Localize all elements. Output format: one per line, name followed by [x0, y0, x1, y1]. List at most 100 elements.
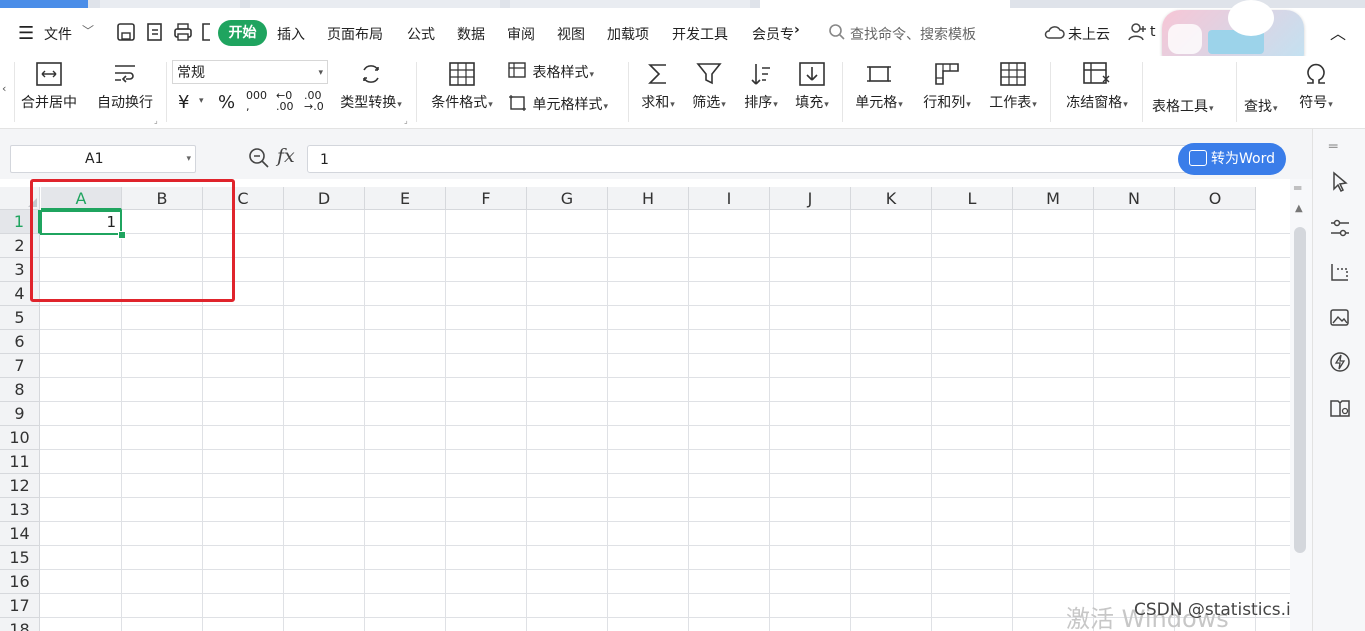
function-button[interactable]: fx: [277, 145, 295, 167]
freeze-panes-button[interactable]: 冻结窗格▾: [1058, 62, 1136, 112]
sort-button[interactable]: 排序▾: [738, 62, 784, 112]
cell-style-button[interactable]: 单元格样式▾: [508, 94, 608, 114]
hamburger-icon[interactable]: ☰: [18, 23, 34, 44]
column-header-f[interactable]: F: [446, 187, 527, 210]
column-header-h[interactable]: H: [608, 187, 689, 210]
tab-formulas[interactable]: 公式: [407, 24, 435, 44]
scroll-up-icon[interactable]: ▲: [1295, 203, 1303, 214]
lightning-icon[interactable]: [1329, 351, 1351, 373]
split-handle-icon[interactable]: ═: [1294, 181, 1301, 195]
fill-button[interactable]: 填充▾: [789, 62, 835, 112]
search-commands[interactable]: 查找命令、搜索模板: [850, 24, 976, 44]
save-icon[interactable]: [116, 22, 136, 42]
tab-segment[interactable]: [510, 0, 750, 8]
conditional-format-button[interactable]: 条件格式▾: [424, 62, 500, 112]
column-header-m[interactable]: M: [1013, 187, 1094, 210]
table-tools-button[interactable]: 表格工具▾: [1152, 96, 1214, 116]
column-header-o[interactable]: O: [1175, 187, 1256, 210]
tab-review[interactable]: 审阅: [507, 24, 535, 44]
name-box[interactable]: A1 ▾: [10, 145, 196, 173]
tab-member[interactable]: 会员专: [752, 24, 794, 44]
row-header-12[interactable]: 12: [0, 474, 40, 498]
cloud-status[interactable]: 未上云: [1068, 24, 1110, 44]
find-button[interactable]: 查找▾: [1244, 96, 1278, 116]
collapse-ribbon-icon[interactable]: ︿: [1330, 20, 1346, 44]
transform-icon[interactable]: [1329, 261, 1351, 283]
row-header-11[interactable]: 11: [0, 450, 40, 474]
zoom-formula-icon[interactable]: [248, 147, 270, 169]
column-header-l[interactable]: L: [932, 187, 1013, 210]
column-header-n[interactable]: N: [1094, 187, 1175, 210]
chevron-down-icon[interactable]: ﹀: [82, 22, 94, 39]
row-header-9[interactable]: 9: [0, 402, 40, 426]
currency-button[interactable]: ¥: [178, 92, 189, 113]
tab-segment-active[interactable]: [760, 0, 1010, 8]
panel-menu-icon[interactable]: ═: [1329, 139, 1337, 155]
user-share-icon[interactable]: [1128, 22, 1148, 42]
filter-button[interactable]: 筛选▾: [686, 62, 732, 112]
table-style-button[interactable]: 表格样式▾: [508, 62, 594, 82]
dialog-launcher-icon[interactable]: ⌟: [404, 116, 408, 125]
percent-button[interactable]: %: [218, 92, 235, 113]
tab-page-layout[interactable]: 页面布局: [327, 24, 383, 44]
merge-center-button[interactable]: 合并居中: [14, 62, 84, 112]
export-pdf-icon[interactable]: [145, 22, 165, 42]
menu-file[interactable]: 文件: [44, 24, 72, 44]
tab-insert[interactable]: 插入: [277, 24, 305, 44]
decrease-decimal-button[interactable]: .00 →.0: [304, 90, 324, 112]
currency-caret-icon[interactable]: ▾: [199, 96, 204, 106]
tab-data[interactable]: 数据: [457, 24, 485, 44]
scroll-left-icon[interactable]: ‹: [2, 82, 6, 95]
wrap-text-button[interactable]: 自动换行: [92, 62, 158, 112]
row-header-14[interactable]: 14: [0, 522, 40, 546]
tab-segment[interactable]: [0, 0, 88, 8]
tab-segment[interactable]: [100, 0, 240, 8]
image-edit-icon[interactable]: [1329, 307, 1351, 329]
vertical-scrollbar[interactable]: ═ ▲: [1290, 179, 1312, 631]
row-header-5[interactable]: 5: [0, 306, 40, 330]
tab-developer[interactable]: 开发工具: [672, 24, 728, 44]
row-header-16[interactable]: 16: [0, 570, 40, 594]
row-header-8[interactable]: 8: [0, 378, 40, 402]
cursor-select-icon[interactable]: [1329, 171, 1351, 193]
adjust-sliders-icon[interactable]: [1329, 217, 1351, 239]
grid-hline: [40, 425, 1290, 426]
row-header-17[interactable]: 17: [0, 594, 40, 618]
worksheet-button[interactable]: 工作表▾: [982, 62, 1044, 112]
tab-segment[interactable]: [250, 0, 500, 8]
column-header-k[interactable]: K: [851, 187, 932, 210]
tab-view[interactable]: 视图: [557, 24, 585, 44]
share-label[interactable]: t: [1150, 24, 1156, 40]
column-header-j[interactable]: J: [770, 187, 851, 210]
preview-icon[interactable]: [200, 22, 214, 42]
column-header-i[interactable]: I: [689, 187, 770, 210]
column-header-d[interactable]: D: [284, 187, 365, 210]
print-icon[interactable]: [173, 22, 193, 42]
tab-addins[interactable]: 加载项: [607, 24, 649, 44]
cell-style-icon: [509, 95, 526, 111]
row-header-18[interactable]: 18: [0, 618, 40, 631]
row-header-6[interactable]: 6: [0, 330, 40, 354]
chevron-right-icon[interactable]: ›: [794, 22, 800, 38]
row-header-7[interactable]: 7: [0, 354, 40, 378]
formula-input[interactable]: 1: [307, 145, 1277, 173]
sum-button[interactable]: 求和▾: [636, 62, 680, 112]
column-header-g[interactable]: G: [527, 187, 608, 210]
row-header-15[interactable]: 15: [0, 546, 40, 570]
row-header-10[interactable]: 10: [0, 426, 40, 450]
increase-decimal-button[interactable]: ←0.00: [276, 90, 294, 112]
symbol-button[interactable]: 符号▾: [1292, 62, 1340, 112]
number-format-select[interactable]: 常规 ▾: [172, 60, 328, 84]
tab-home[interactable]: 开始: [218, 20, 267, 46]
spreadsheet-grid[interactable]: ABCDEFGHIJKLMNO 1 2 3 4 5 6 7 8 9 10 11 12 13 14 15 16 1…: [0, 179, 1290, 631]
scrollbar-thumb[interactable]: [1294, 227, 1306, 553]
type-convert-button[interactable]: 类型转换▾: [334, 62, 408, 112]
thousands-separator-button[interactable]: 000,: [246, 90, 267, 112]
dialog-launcher-icon[interactable]: ⌟: [154, 116, 158, 125]
book-search-icon[interactable]: [1329, 397, 1351, 419]
row-header-13[interactable]: 13: [0, 498, 40, 522]
rows-columns-button[interactable]: 行和列▾: [916, 62, 978, 112]
cell-button[interactable]: 单元格▾: [848, 62, 910, 112]
convert-to-word-button[interactable]: 转为Word: [1178, 143, 1286, 175]
column-header-e[interactable]: E: [365, 187, 446, 210]
